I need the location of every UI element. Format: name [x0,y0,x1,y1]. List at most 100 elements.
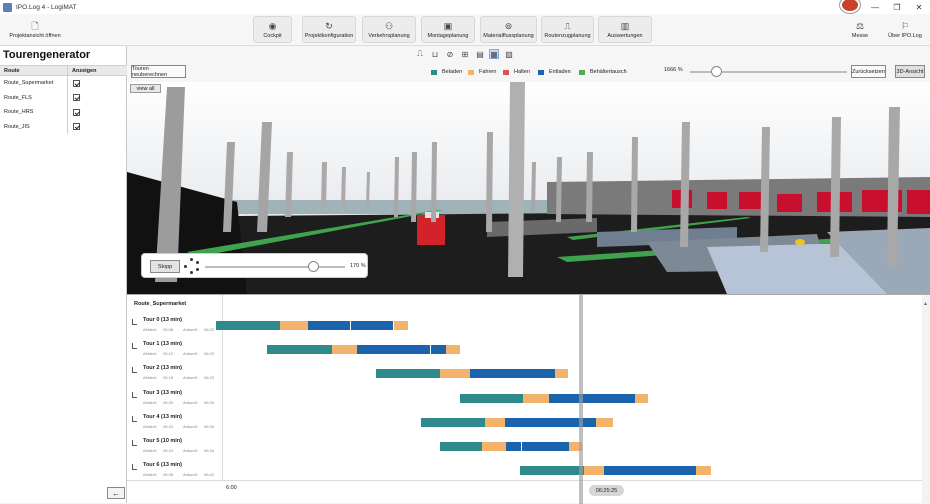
show-route-checkbox[interactable] [73,94,80,102]
tour-segment[interactable] [351,321,393,330]
cart-tool-icon[interactable]: ⊔ [430,49,440,59]
tour-segment[interactable] [520,466,584,476]
tour-row[interactable]: Tour 5 (10 min) Abfahrt: 06:24 Ankunft: 06… [131,438,221,460]
tour-segment[interactable] [555,369,568,379]
tour-segment[interactable] [460,393,523,403]
speed-slider-handle[interactable] [308,261,319,272]
tour-segment[interactable] [635,393,648,403]
view-3d-button[interactable]: 3D-Ansicht [895,65,925,78]
column-header-route[interactable]: Route [0,66,68,75]
tour-segment[interactable] [596,417,613,427]
tour-segment[interactable] [523,393,549,403]
tour-segment[interactable] [446,345,460,355]
app-icon [3,2,12,12]
tour-row[interactable]: Tour 4 (13 min) Abfahrt: 06:23 Ankunft: 06… [131,414,221,436]
tour-segment[interactable] [696,466,711,476]
time-axis: 6:00 [127,480,922,504]
ribbon-montageplanung-button[interactable]: ▣ Montageplanung [421,16,475,43]
image-tool-icon[interactable]: ▨ [504,49,514,59]
departure-label: Abfahrt: 06:25 [143,399,174,405]
route-tool-icon[interactable]: ⎍ [415,49,425,59]
gantt-scrollbar[interactable]: ▲ [922,295,930,504]
user-avatar[interactable] [838,0,862,14]
legend-item: Behältertausch [579,69,627,75]
tour-segment[interactable] [280,321,308,330]
recalculate-tours-button[interactable]: Touren neuberechnen [131,65,186,78]
route-row[interactable]: Route_Supermarket [0,76,127,91]
minimize-button[interactable]: — [864,0,886,14]
gantt-tool-icon[interactable]: ▦ [489,49,499,59]
view-all-button[interactable]: view all [130,84,161,93]
route-row[interactable]: Route_HRS [0,105,127,120]
collapse-panel-button[interactable]: ← [107,487,125,499]
open-project-button[interactable]: 🗋 Projektansicht öffnen [4,16,66,43]
tour-segment[interactable] [376,369,440,379]
ribbon-cockpit-button[interactable]: ◉ Cockpit [253,16,292,43]
tour-segment[interactable] [431,345,446,355]
tour-segment[interactable] [537,417,558,427]
ribbon-routenzugplanung-button[interactable]: ⎍ Routenzugplanung [541,16,594,43]
factory-3d-view[interactable]: view all Stopp 170 % [127,82,930,294]
tour-segment[interactable] [632,466,653,476]
ribbon-projektkonfiguration-button[interactable]: ↻ Projektkonfiguration [302,16,356,43]
tour-segment[interactable] [485,417,505,427]
tour-segment[interactable] [308,321,350,330]
show-route-checkbox[interactable] [73,79,80,87]
tour-segment[interactable] [592,393,635,403]
tour-segment[interactable] [584,466,604,476]
route-row[interactable]: Route_FLS [0,90,127,105]
tour-segment[interactable] [604,466,632,476]
tour-segment[interactable] [506,442,521,451]
column-header-show[interactable]: Anzeigen [68,66,127,75]
tour-segment[interactable] [440,442,482,451]
scroll-up-icon[interactable]: ▲ [923,301,928,307]
title-bar: IPO.Log 4 - LogiMAT — ❐ ✕ [0,0,930,14]
stop-button[interactable]: Stopp [150,260,180,273]
tour-segment[interactable] [394,321,408,330]
tour-segment[interactable] [332,345,357,355]
tour-segment[interactable] [549,393,592,403]
speed-slider-track[interactable] [205,266,345,268]
ribbon-materialflussplanung-button[interactable]: ⊚ Materialflussplanung [480,16,537,43]
tour-segment[interactable] [357,345,401,355]
ribbon-messe-button[interactable]: ⚖ Messe [843,16,877,43]
tour-segment[interactable] [216,321,280,330]
ribbon-auswertungen-button[interactable]: ▥ Auswertungen [598,16,652,43]
tour-segment[interactable] [482,442,506,451]
tour-segment[interactable] [545,442,569,451]
route-table: Route Anzeigen Route_Supermarket Route_F… [0,65,127,134]
ribbon-about-button[interactable]: ⚐ Über IPO.Log [883,16,927,43]
close-button[interactable]: ✕ [908,0,930,14]
project-icon: 🗋 [31,21,39,31]
tour-segment[interactable] [421,417,485,427]
show-route-checkbox[interactable] [73,108,80,116]
tour-segment[interactable] [558,417,596,427]
reset-button[interactable]: Zurücksetzen [851,65,886,78]
tour-row[interactable]: Tour 1 (13 min) Abfahrt: 06:12 Ankunft: 06… [131,341,221,363]
tour-segment[interactable] [470,369,512,379]
tour-segment[interactable] [522,442,545,451]
tour-segment[interactable] [505,417,537,427]
current-time-line[interactable] [579,295,583,504]
edit-tool-icon[interactable]: ⊘ [445,49,455,59]
show-route-checkbox[interactable] [73,123,80,131]
tour-times: Abfahrt: 06:24 Ankunft: 06:34 [143,448,224,453]
tour-name: Tour 4 (13 min) [143,413,183,420]
tour-segment[interactable] [653,466,696,476]
route-row[interactable]: Route_JIS [0,119,127,134]
tour-row[interactable]: Tour 3 (13 min) Abfahrt: 06:25 Ankunft: 06… [131,390,221,412]
tour-segment[interactable] [512,369,555,379]
arrival-label: Ankunft: 06:39 [183,399,214,405]
tour-segment[interactable] [401,345,430,355]
maximize-button[interactable]: ❐ [886,0,908,14]
tree-branch-icon [132,367,137,374]
tour-segment[interactable] [267,345,332,355]
list-tool-icon[interactable]: ▤ [475,49,485,59]
tour-segment[interactable] [440,369,470,379]
zoom-slider-handle[interactable] [711,66,722,77]
tour-row[interactable]: Tour 0 (13 min) Abfahrt: 06:08 Ankunft: 06… [131,317,221,339]
tour-row[interactable]: Tour 2 (13 min) Abfahrt: 06:19 Ankunft: 06… [131,365,221,387]
ribbon-verkehrsplanung-button[interactable]: ⚇ Verkehrsplanung [362,16,416,43]
ribbon-toolbar: 🗋 Projektansicht öffnen ◉ Cockpit ↻ Proj… [0,14,930,46]
link-tool-icon[interactable]: ⊞ [460,49,470,59]
